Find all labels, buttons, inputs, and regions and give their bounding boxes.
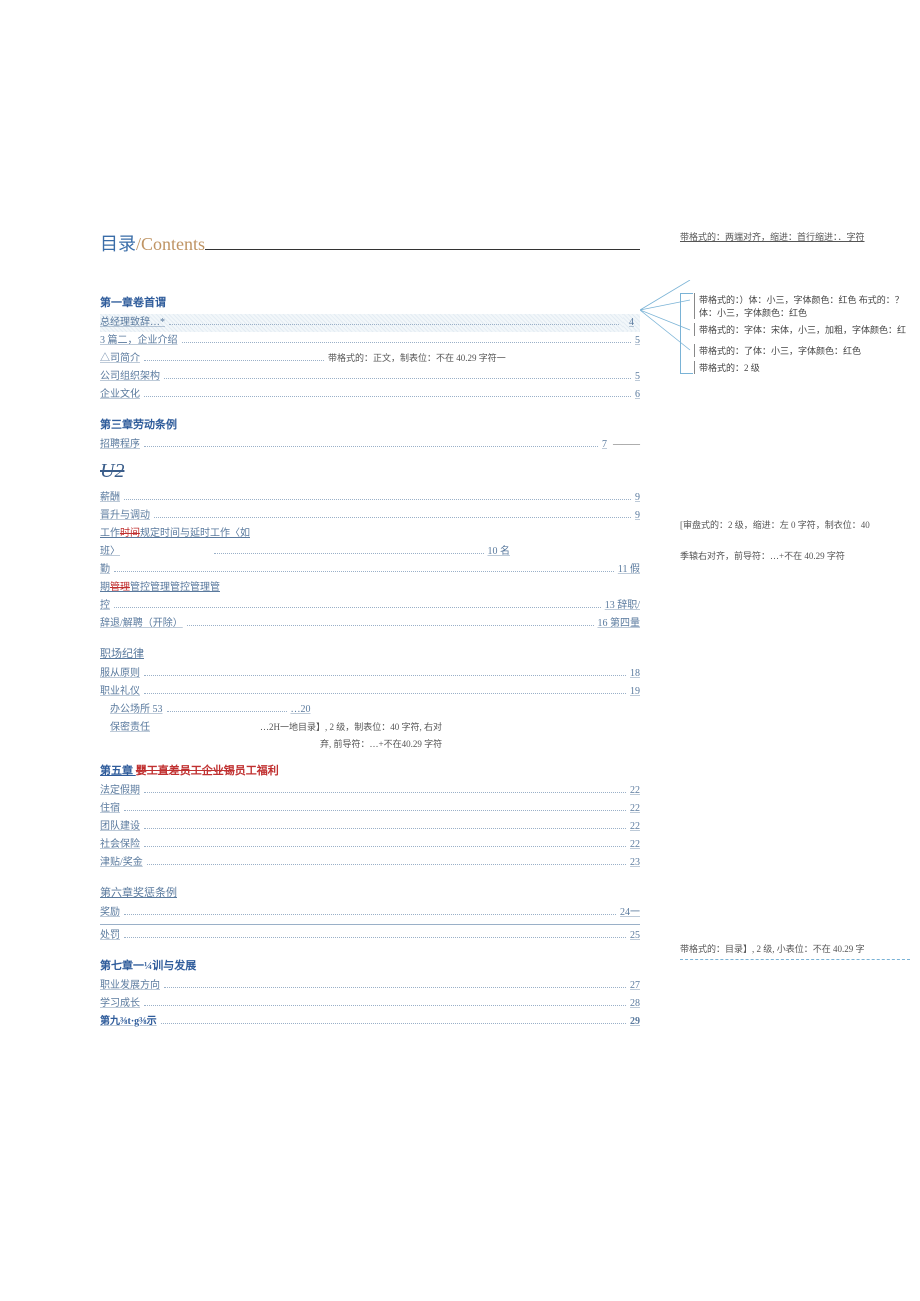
chapter-6-heading: 第六章奖惩条例 xyxy=(100,884,640,900)
chapter-7-heading: 第七章一¼训与发展 xyxy=(100,957,640,973)
title-underline xyxy=(205,240,640,250)
toc-line-promotion[interactable]: 晋升与调动9 xyxy=(100,507,640,525)
annotation-format-3: 带格式的：了体：小三，字体颜色：红色 xyxy=(694,344,910,357)
toc-line-allowance[interactable]: 津贴/奖金23 xyxy=(100,854,640,872)
toc-line-learning[interactable]: 学习成长28 xyxy=(100,995,640,1013)
divider xyxy=(100,924,640,925)
toc-line-company-profile[interactable]: △司简介 带格式的：正文，制表位：不在 40.29 字符一 xyxy=(100,350,640,368)
annotation-format-2: 带格式的：字体：宋体，小三，加粗，字体颜色：红 xyxy=(694,323,910,336)
toc-line-office[interactable]: 办公场所 53…20 xyxy=(100,701,640,719)
title-chinese: 目录 xyxy=(100,230,136,256)
toc-line-punish[interactable]: 处罚25 xyxy=(100,927,640,945)
toc-line-confidential[interactable]: 保密责任 …2H一地目录】, 2 级，制表位：40 字符, 右对 xyxy=(100,719,640,737)
annotation-format-4: 带格式的：2 级 xyxy=(694,361,910,374)
toc-line-insurance[interactable]: 社会保险22 xyxy=(100,836,640,854)
chapter-4-heading: 职场纪律 xyxy=(100,645,640,661)
toc-line-dismiss[interactable]: 辞退/解聘（开除）16 第四量 xyxy=(100,615,640,633)
toc-line-worktime[interactable]: 工作时间规定时间与延时工作〈如 xyxy=(100,525,640,543)
chapter-5-heading: 第五章 嬰工直差员工企业锡员工福利 xyxy=(100,762,640,778)
chapter-3-heading: 第三章劳动条例 xyxy=(100,416,640,432)
annotation-mid-2: 季辕右对齐，前导符：…+不在 40.29 字符 xyxy=(680,549,910,562)
toc-line-recruit[interactable]: 招聘程序7 ——— xyxy=(100,436,640,454)
toc-line-company-intro[interactable]: 3 篇二，企业介绍5 xyxy=(100,332,640,350)
annotation-bottom: 带格式的：目录】, 2 级, 小表位：不在 40.29 字 xyxy=(680,942,910,955)
toc-line-control[interactable]: 控13 辞职/ xyxy=(100,597,640,615)
toc-line-reward[interactable]: 奖励24一 xyxy=(100,904,640,922)
toc-line-ch9[interactable]: 第九⅜t·g⅜示29 xyxy=(100,1013,640,1031)
toc-line-career[interactable]: 职业发展方向27 xyxy=(100,977,640,995)
toc-line-period-mgmt[interactable]: 期管理管控管理管控管理管 xyxy=(100,579,640,597)
title-row: 目录 /Contents xyxy=(100,230,640,256)
annotation-mid-1: [审盘式的：2 级，缩进：左 0 字符，制衣位：40 xyxy=(680,518,910,531)
annotation-top: 带格式的：两端对齐，缩进：首行缩进：．字符 xyxy=(680,230,910,243)
inline-format-note-1: 带格式的：正文，制表位：不在 40.29 字符一 xyxy=(328,351,506,366)
toc-line-holiday[interactable]: 法定假期22 xyxy=(100,782,640,800)
inline-format-note-2a: …2H一地目录】, 2 级，制表位：40 字符, 右对 xyxy=(260,720,442,735)
toc-line-salary[interactable]: 薪酬9 xyxy=(100,489,640,507)
toc-line-accommodation[interactable]: 住宿22 xyxy=(100,800,640,818)
u2-marker: U2 xyxy=(100,460,640,483)
chapter-1-heading: 第一章卷首谓 xyxy=(100,294,640,310)
toc-line-attendance[interactable]: 勤11 假 xyxy=(100,561,640,579)
inline-format-note-2b: 弃, 前导符：…+不在40.29 字符 xyxy=(100,737,640,750)
toc-line-teambuilding[interactable]: 团队建设22 xyxy=(100,818,640,836)
toc-line-etiquette[interactable]: 职业礼仪19 xyxy=(100,683,640,701)
toc-line-overtime[interactable]: 班〉 10 名 xyxy=(100,543,640,561)
title-english: /Contents xyxy=(136,234,205,255)
document-page: 目录 /Contents 第一章卷首谓 总经理致辞…* 4 3 篇二，企业介绍5… xyxy=(100,230,640,1031)
toc-line-obey[interactable]: 服从原则18 xyxy=(100,665,640,683)
toc-line-culture[interactable]: 企业文化6 xyxy=(100,386,640,404)
toc-line-org-structure[interactable]: 公司组织架构5 xyxy=(100,368,640,386)
annotation-bracket: 带格式的：）体：小三，字体颜色：红色 布式的：？体：小三，字体颜色：红色 带格式… xyxy=(680,293,910,374)
annotation-format-1: 带格式的：）体：小三，字体颜色：红色 布式的：？体：小三，字体颜色：红色 xyxy=(694,293,910,319)
toc-line-gm-speech[interactable]: 总经理致辞…* 4 xyxy=(100,314,640,332)
